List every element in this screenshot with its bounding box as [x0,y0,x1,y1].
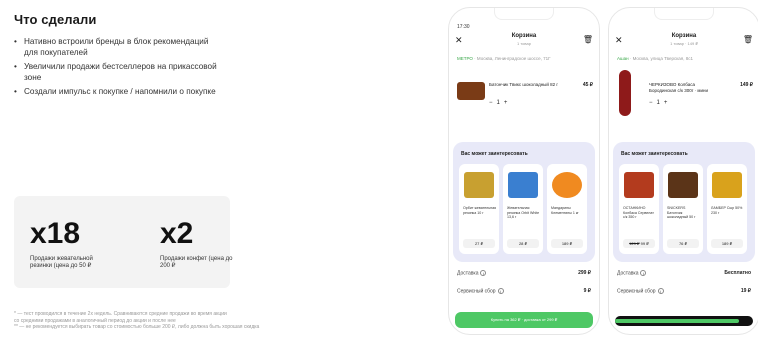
service-fee-label: Сервисный сбор [457,288,496,295]
store-address[interactable]: Ашан · Москва, улица Тверская, 8с1 [617,56,751,61]
info-icon[interactable]: i [640,270,647,276]
delivery-row: Доставка i 299 ₽ [457,270,591,276]
product-image [457,82,485,100]
add-to-cart-button[interactable]: 189 ₽ [711,239,743,248]
stat-value: x18 [30,217,81,250]
stat-caption: Продажи жевательной резинки (цена до 50 … [30,256,93,269]
bullet-item: Увеличили продажи бестселлеров на прикас… [14,62,224,83]
progress-fill [615,319,740,323]
delivery-row: Доставка i Бесплатно [617,270,751,276]
recommendations-block: Вас может заинтересовать Орбит жевательн… [453,142,595,262]
product-card[interactable]: ОСТАНКИНО Колбаса Сервелат с/к 350 г 129… [619,164,659,254]
stat-gum: x18 Продажи жевательной резинки (цена до… [30,218,110,270]
phone-notch [494,8,554,20]
quantity-value: 1 [496,100,504,106]
service-fee-row: Сервисный сбор i 19 ₽ [617,288,751,294]
cart-header: ✕ Корзина 1 товар 🗑 [455,32,593,52]
phone-mockup-1: 17:30 ✕ Корзина 1 товар 🗑 МЕТРО · Москва… [448,7,600,335]
recommendations-title: Вас может заинтересовать [461,151,528,157]
product-name: Мандарины Клементины 1 кг [551,206,579,215]
product-card[interactable]: SNICKERS Батончик шоколадный 50 г 76 ₽ [663,164,703,254]
product-name: ОСТАНКИНО Колбаса Сервелат с/к 350 г [623,206,654,220]
product-image [619,70,631,116]
delivery-value: Бесплатно [724,270,751,276]
item-name: Батончик Твикс шоколадный 82 г [489,82,559,87]
cart-title: Корзина [671,33,697,39]
service-fee-value: 19 ₽ [740,288,751,294]
stat-candy: x2 Продажи конфет (цена до 200 ₽ [160,218,240,270]
product-name: Орбит жевательная резинка 10 г [463,206,497,215]
footnote: * — тест проводился в течение 2х недель.… [14,311,354,331]
cart-header: ✕ Корзина 1 товар · 149 ₽ 🗑 [615,32,753,52]
item-name: ЧЕРКИЗОВО Колбаса Бородинская с/к 300г ·… [649,82,708,93]
cart-subtitle: 1 товар [517,41,531,46]
stat-caption: Продажи конфет (цена до 200 ₽ [160,256,233,269]
recommendations-title: Вас может заинтересовать [621,151,688,157]
add-to-cart-button[interactable]: 189 ₽ [551,239,583,248]
store-name: МЕТРО [457,56,473,61]
checkout-button[interactable]: Купить на 362 ₽ · доставка от 299 ₽ [455,312,593,328]
product-card[interactable]: Мандарины Клементины 1 кг 189 ₽ [547,164,587,254]
product-image [712,172,742,198]
product-card[interactable]: Орбит жевательная резинка 10 г 27 ₽ [459,164,499,254]
cart-item: Батончик Твикс шоколадный 82 г 45 ₽ −1+ [455,68,593,118]
item-price: 45 ₽ [582,82,593,88]
store-address[interactable]: МЕТРО · Москва, Ленинградское шоссе, 71Г [457,56,591,61]
info-icon[interactable]: i [497,288,504,294]
section-title: Что сделали [14,12,97,27]
quantity-value: 1 [656,100,664,106]
phone-notch [654,8,714,20]
address-text: Москва, улица Тверская, 8с1 [632,56,694,61]
delivery-label: Доставка [617,270,639,277]
trash-icon[interactable]: 🗑 [583,35,593,44]
bullet-list: Нативно встроили бренды в блок рекоменда… [14,37,344,98]
recommendations-block: Вас может заинтересовать ОСТАНКИНО Колба… [613,142,755,262]
product-image [668,172,698,198]
store-name: Ашан [617,56,629,61]
service-fee-row: Сервисный сбор i 9 ₽ [457,288,591,294]
product-image [624,172,654,198]
cart-title: Корзина [511,33,537,39]
delivery-label: Доставка [457,270,479,277]
product-image [464,172,494,198]
product-name: Жевательная резинка Orbit White 13,6 г [507,206,540,220]
trash-icon[interactable]: 🗑 [743,35,753,44]
quantity-stepper[interactable]: −1+ [649,100,671,106]
add-to-cart-button[interactable]: 27 ₽ [463,239,495,248]
product-name: ЛАМБЕР Сыр 50% 230 г [711,206,743,215]
product-image [552,172,582,198]
left-panel: Что сделали Нативно встроили бренды в бл… [14,12,344,102]
service-fee-value: 9 ₽ [583,288,591,294]
item-price: 149 ₽ [740,82,753,88]
status-bar: 17:30 [457,24,591,32]
bullet-item: Нативно встроили бренды в блок рекоменда… [14,37,224,58]
add-to-cart-button[interactable]: 76 ₽ [667,239,699,248]
phone-mockup-2: ✕ Корзина 1 товар · 149 ₽ 🗑 Ашан · Москв… [608,7,758,335]
checkout-progress-bar [615,316,753,326]
new-price: 99 ₽ [640,241,649,246]
cart-item: ЧЕРКИЗОВО Колбаса Бородинская с/к 300г ·… [615,68,753,118]
add-to-cart-button[interactable]: 129 ₽ 99 ₽ [623,239,655,248]
address-text: Москва, Ленинградское шоссе, 71Г [476,56,551,61]
add-to-cart-button[interactable]: 28 ₽ [507,239,539,248]
stat-value: x2 [160,217,194,250]
info-icon[interactable]: i [657,288,664,294]
info-icon[interactable]: i [480,270,487,276]
stats-card: x18 Продажи жевательной резинки (цена до… [14,196,232,288]
product-card[interactable]: ЛАМБЕР Сыр 50% 230 г 189 ₽ [707,164,747,254]
old-price: 129 ₽ [629,241,640,246]
bullet-item: Создали импульс к покупке / напомнили о … [14,87,224,98]
footnote-line: ** — не рекомендуется выбирать товар со … [14,324,260,330]
product-card[interactable]: Жевательная резинка Orbit White 13,6 г 2… [503,164,543,254]
cart-subtitle: 1 товар · 149 ₽ [670,41,698,46]
product-image [508,172,538,198]
quantity-stepper[interactable]: −1+ [489,100,511,106]
service-fee-label: Сервисный сбор [617,288,656,295]
status-time: 17:30 [457,24,470,30]
delivery-value: 299 ₽ [578,270,591,276]
product-name: SNICKERS Батончик шоколадный 50 г [667,206,696,220]
